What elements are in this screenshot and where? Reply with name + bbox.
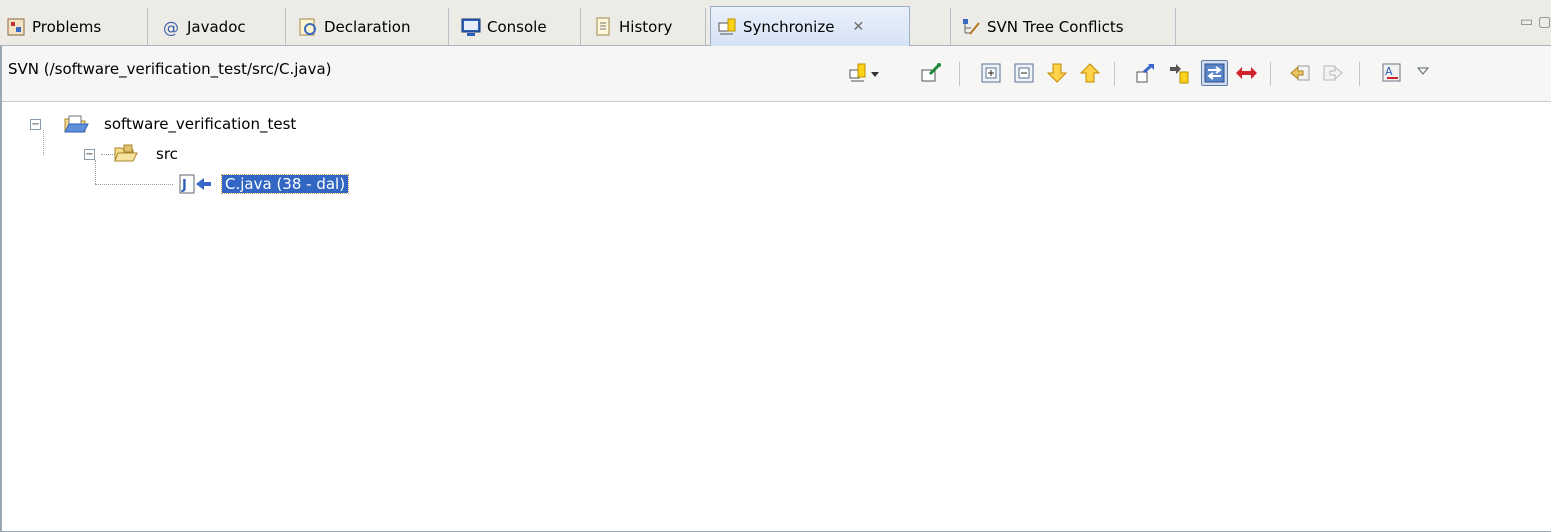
tree-item-label: C.java (38 - dal) — [220, 174, 350, 194]
tab-console[interactable]: Console — [455, 8, 581, 46]
back-icon[interactable] — [1289, 62, 1311, 84]
tree-item-label: src — [156, 145, 178, 163]
page-title: SVN (/software_verification_test/src/C.j… — [8, 60, 332, 78]
toolbar-separator — [1359, 62, 1360, 86]
tree-item-label: software_verification_test — [104, 115, 297, 133]
incoming-mode-icon[interactable] — [1135, 62, 1157, 84]
tree-conflicts-icon — [961, 17, 981, 37]
presentation-icon[interactable]: A — [1381, 62, 1403, 84]
toolbar-separator — [1114, 62, 1115, 86]
maximize-icon[interactable]: ▢ — [1538, 14, 1551, 30]
tab-javadoc[interactable]: @ Javadoc — [155, 8, 286, 46]
minimize-icon[interactable]: ▭ — [1520, 14, 1533, 30]
at-sign-icon: @ — [161, 17, 181, 37]
conflicts-mode-icon[interactable] — [1234, 62, 1260, 84]
tree-item-src[interactable]: − src — [84, 141, 178, 167]
tree-item-project[interactable]: − software_verification_test — [30, 111, 296, 137]
forward-icon[interactable] — [1322, 62, 1344, 84]
synchronize-dropdown-icon[interactable] — [848, 62, 879, 84]
collapse-toggle-icon[interactable]: − — [30, 118, 41, 130]
close-icon[interactable]: ✕ — [852, 19, 864, 35]
problems-icon — [6, 17, 26, 37]
view-toolbar: SVN (/software_verification_test/src/C.j… — [2, 46, 1551, 102]
synchronize-icon — [717, 17, 737, 37]
tab-declaration[interactable]: Declaration — [292, 8, 449, 46]
project-folder-icon — [63, 113, 89, 135]
view-menu-icon[interactable] — [1416, 62, 1430, 84]
expand-all-icon[interactable] — [980, 62, 1002, 84]
tab-history[interactable]: History — [587, 8, 706, 46]
toolbar-separator — [959, 62, 960, 86]
outgoing-mode-icon[interactable] — [1168, 62, 1190, 84]
console-icon — [461, 17, 481, 37]
toolbar-separator — [1270, 62, 1271, 86]
tab-label: Problems — [32, 18, 102, 36]
tab-svn-tree-conflicts[interactable]: SVN Tree Conflicts — [950, 8, 1176, 46]
view-tab-bar: Problems @ Javadoc Declaration Console H… — [0, 0, 1551, 46]
tab-label: Console — [487, 18, 547, 36]
java-file-incoming-icon: J — [178, 173, 214, 195]
tab-label: Synchronize — [743, 17, 835, 36]
history-icon — [593, 17, 613, 37]
svg-text:A: A — [1385, 65, 1393, 78]
pin-icon[interactable] — [920, 62, 942, 84]
tab-synchronize[interactable]: Synchronize ✕ — [710, 6, 910, 46]
svg-text:@: @ — [163, 18, 179, 37]
incoming-outgoing-mode-icon[interactable] — [1201, 60, 1228, 86]
tab-label: SVN Tree Conflicts — [987, 18, 1124, 36]
tab-label: Javadoc — [187, 18, 246, 36]
declaration-icon — [298, 17, 318, 37]
tab-problems[interactable]: Problems — [0, 8, 148, 46]
collapse-toggle-icon[interactable]: − — [84, 148, 95, 160]
previous-difference-icon[interactable] — [1079, 62, 1101, 84]
collapse-all-icon[interactable] — [1013, 62, 1035, 84]
next-difference-icon[interactable] — [1046, 62, 1068, 84]
tab-label: History — [619, 18, 673, 36]
sync-tree: − software_verification_test − src J C.j… — [2, 102, 1551, 531]
tree-connector — [95, 184, 173, 185]
tab-label: Declaration — [324, 18, 411, 36]
svg-text:J: J — [181, 178, 187, 193]
tree-item-file[interactable]: J C.java (38 - dal) — [178, 171, 350, 197]
package-folder-icon — [113, 143, 139, 165]
